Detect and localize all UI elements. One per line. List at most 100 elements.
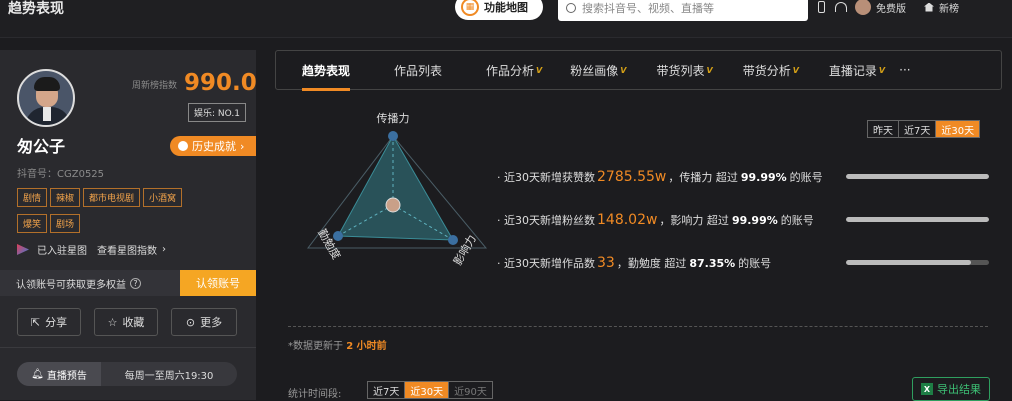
- phone-icon[interactable]: [818, 1, 825, 13]
- new-rank-label: 新榜: [939, 3, 959, 15]
- tag[interactable]: 剧情: [17, 188, 48, 207]
- new-rank-link[interactable]: 新榜: [924, 0, 959, 15]
- stat-bar: [846, 174, 989, 179]
- tag[interactable]: 都市电视剧: [83, 188, 141, 207]
- vip-icon: V: [706, 65, 713, 75]
- tab-label: 趋势表现: [302, 63, 351, 78]
- more-icon: ⊙: [185, 315, 196, 329]
- search-input[interactable]: 搜索抖音号、视频、直播等: [558, 0, 808, 21]
- tab-label: 直播记录: [828, 63, 877, 78]
- stat-row: · 近30天新增获赞数 2785.55w ，传播力 超过 99.99% 的账号: [497, 169, 823, 185]
- stat-mid: ，勤勉度 超过: [616, 257, 687, 270]
- stat-row: · 近30天新增粉丝数 148.02w ，影响力 超过 99.99% 的账号: [497, 212, 814, 228]
- tab-trend[interactable]: 趋势表现: [302, 50, 351, 91]
- vip-icon: V: [536, 65, 543, 75]
- export-button[interactable]: X 导出结果: [912, 377, 990, 401]
- profile-sidebar: 周新榜指数 990.0 娱乐: NO.1 匆公子 历史成就 › 抖音号：CGZ0…: [0, 50, 257, 400]
- stat-bar: [846, 260, 989, 265]
- share-label: 分享: [45, 316, 68, 329]
- starmap-logo-icon: [17, 244, 29, 255]
- more-button[interactable]: ⊙ 更多: [171, 308, 237, 336]
- stat-mid: ，影响力 超过: [659, 214, 729, 227]
- stat-prefix: · 近30天新增作品数: [497, 257, 595, 270]
- bell-icon: 🔔︎: [31, 368, 44, 380]
- feature-map-button[interactable]: ▦ 功能地图: [455, 0, 543, 20]
- stat-prefix: · 近30天新增获赞数: [497, 171, 595, 184]
- stat-value: 2785.55w: [597, 169, 667, 185]
- live-preview[interactable]: 🔔︎ 直播预告 每周一至周六19:30: [17, 362, 237, 386]
- share-button[interactable]: ⇱ 分享: [17, 308, 81, 336]
- account-name: 匆公子: [17, 137, 66, 156]
- stat-bar: [846, 217, 989, 222]
- claim-account-button[interactable]: 认领账号: [180, 270, 256, 296]
- claim-text: 认领账号可获取更多权益: [16, 279, 126, 291]
- export-label: 导出结果: [937, 383, 981, 396]
- tab-goods-analysis[interactable]: 带货分析 V: [743, 50, 799, 90]
- history-achievement-button[interactable]: 历史成就 ›: [170, 136, 256, 156]
- page-title: 趋势表现: [8, 1, 64, 17]
- user-avatar[interactable]: [855, 0, 871, 15]
- tab-label: 作品列表: [394, 63, 443, 78]
- tag[interactable]: 辣椒: [50, 188, 81, 207]
- stat-mid: ，传播力 超过: [668, 171, 738, 184]
- search-icon: [566, 2, 576, 13]
- profile-avatar: [17, 69, 75, 127]
- tag[interactable]: 爆笑: [17, 214, 48, 233]
- period-90d[interactable]: 近90天: [449, 382, 492, 398]
- divider: [288, 326, 988, 327]
- update-note: *数据更新于 2 小时前: [288, 337, 387, 352]
- tab-label: ···: [899, 63, 911, 77]
- period-7d[interactable]: 近7天: [368, 382, 406, 398]
- share-icon: ⇱: [30, 315, 41, 329]
- stat-value: 33: [597, 255, 615, 271]
- radar-point: [448, 235, 458, 245]
- tab-work-analysis[interactable]: 作品分析 V: [486, 50, 542, 90]
- edition-label[interactable]: 免费版: [876, 0, 906, 15]
- tab-label: 带货分析: [742, 63, 791, 78]
- tab-label: 带货列表: [656, 63, 705, 78]
- radar-center-avatar: [385, 197, 401, 213]
- starmap-link[interactable]: 查看星图指数: [97, 242, 157, 257]
- stat-percent: 87.35%: [689, 257, 736, 270]
- grid-icon: ▦: [461, 0, 479, 16]
- top-bar: 趋势表现 ▦ 功能地图 搜索抖音号、视频、直播等 免费版 新榜: [0, 0, 1012, 38]
- starmap-label: 已入驻星图: [37, 246, 87, 257]
- tab-more[interactable]: ···: [899, 50, 910, 90]
- stat-value: 148.02w: [597, 212, 658, 228]
- divider: [0, 347, 256, 348]
- range-yesterday[interactable]: 昨天: [868, 121, 899, 137]
- vip-icon: V: [792, 65, 799, 75]
- vip-icon: V: [878, 65, 886, 75]
- tag[interactable]: 剧场: [50, 214, 81, 233]
- radar-point: [388, 131, 398, 141]
- tab-live-records[interactable]: 直播记录 V: [829, 50, 885, 90]
- feature-map-label: 功能地图: [484, 1, 528, 14]
- stat-bar-fill: [846, 174, 989, 179]
- chevron-right-icon: ›: [240, 139, 245, 153]
- stat-suffix: 的账号: [789, 171, 823, 184]
- vip-icon: V: [620, 65, 627, 75]
- help-icon[interactable]: ?: [130, 277, 141, 289]
- collect-button[interactable]: ☆ 收藏: [94, 308, 158, 336]
- search-placeholder: 搜索抖音号、视频、直播等: [582, 1, 714, 15]
- excel-icon: X: [921, 383, 933, 395]
- range-30d[interactable]: 近30天: [936, 121, 980, 137]
- stat-row: · 近30天新增作品数 33 ，勤勉度 超过 87.35% 的账号: [497, 255, 771, 271]
- date-range-toggle: 昨天 近7天 近30天: [867, 120, 981, 138]
- tab-label: 作品分析: [486, 63, 535, 78]
- tab-works[interactable]: 作品列表: [394, 50, 442, 90]
- tag[interactable]: 小酒窝: [143, 188, 183, 207]
- account-id: 抖音号：CGZ0525: [17, 169, 105, 180]
- tab-goods-list[interactable]: 带货列表 V: [656, 50, 712, 90]
- headset-icon[interactable]: [835, 2, 847, 12]
- stat-suffix: 的账号: [780, 214, 814, 227]
- live-schedule: 每周一至周六19:30: [124, 370, 214, 382]
- tab-fans[interactable]: 粉丝画像 V: [570, 50, 626, 90]
- stat-percent: 99.99%: [740, 171, 787, 184]
- range-7d[interactable]: 近7天: [899, 121, 937, 137]
- period-30d[interactable]: 近30天: [405, 382, 450, 398]
- more-label: 更多: [200, 316, 223, 329]
- index-label: 周新榜指数: [132, 81, 178, 91]
- stat-bar-fill: [846, 217, 989, 222]
- star-icon: ☆: [107, 315, 118, 329]
